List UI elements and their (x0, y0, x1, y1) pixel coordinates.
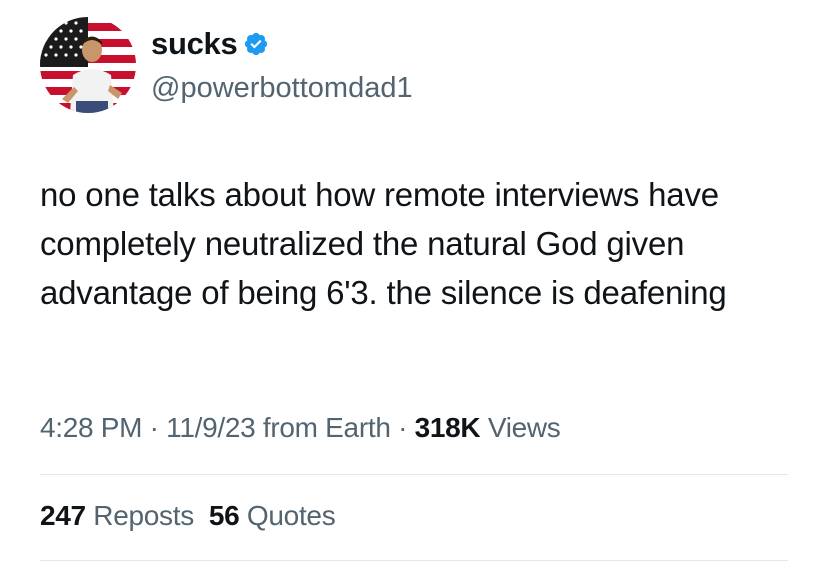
divider (40, 560, 788, 561)
tweet-meta: 4:28 PM · 11/9/23 from Earth · 318K View… (40, 412, 561, 444)
reposts-label: Reposts (85, 500, 194, 531)
avatar-flag-photo (40, 17, 136, 113)
divider (40, 474, 788, 475)
views-count[interactable]: 318K (415, 412, 481, 443)
meta-separator: · (142, 412, 167, 443)
tweet-source: from Earth (255, 412, 391, 443)
verified-badge-icon (243, 31, 269, 57)
reposts-stat[interactable]: 247 Reposts (40, 500, 194, 531)
views-label[interactable]: Views (480, 412, 561, 443)
meta-separator: · (390, 412, 415, 443)
quotes-label: Quotes (239, 500, 336, 531)
quotes-stat[interactable]: 56 Quotes (209, 500, 336, 531)
author-name-row[interactable]: sucks (151, 26, 269, 62)
tweet-date[interactable]: 11/9/23 (166, 412, 256, 443)
author-handle[interactable]: @powerbottomdad1 (151, 72, 413, 105)
tweet-text: no one talks about how remote interviews… (40, 176, 727, 311)
tweet-time[interactable]: 4:28 PM (40, 412, 142, 443)
avatar[interactable] (40, 17, 136, 113)
author-display-name[interactable]: sucks (151, 26, 238, 62)
engagement-stats: 247 Reposts 56 Quotes (40, 500, 336, 532)
quotes-count: 56 (208, 500, 240, 531)
reposts-count: 247 (40, 500, 86, 531)
